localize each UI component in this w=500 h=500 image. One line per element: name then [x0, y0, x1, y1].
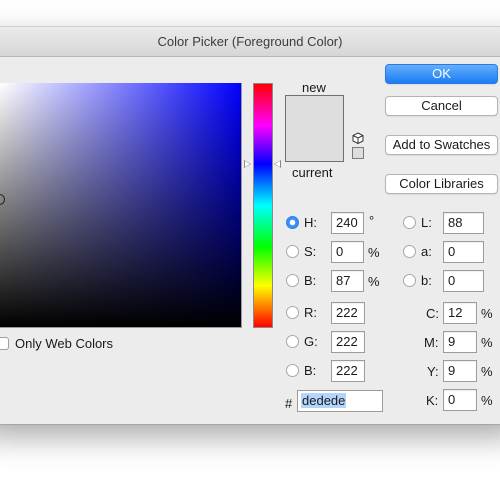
current-color-swatch[interactable] — [286, 128, 343, 161]
hex-input[interactable]: dedede — [297, 390, 383, 412]
lab-b-label: b: — [421, 273, 432, 288]
brightness-input[interactable]: 87 — [331, 270, 364, 292]
hue-radio[interactable] — [286, 216, 299, 229]
color-field-marker[interactable] — [0, 194, 5, 205]
color-libraries-button[interactable]: Color Libraries — [385, 174, 498, 194]
brightness-label: B: — [304, 273, 317, 288]
blue-label: B: — [304, 363, 317, 378]
ok-button[interactable]: OK — [385, 64, 498, 84]
hue-unit: ° — [369, 213, 375, 228]
magenta-input[interactable]: 9 — [443, 331, 477, 353]
cyan-unit: % — [481, 306, 493, 321]
hue-label: H: — [304, 215, 317, 230]
lab-a-radio[interactable] — [403, 245, 416, 258]
lab-a-input[interactable]: 0 — [443, 241, 484, 263]
saturation-unit: % — [368, 245, 380, 260]
new-label: new — [302, 80, 326, 95]
cube-icon[interactable] — [352, 132, 364, 144]
black-label: K: — [426, 393, 439, 408]
blue-input[interactable]: 222 — [331, 360, 365, 382]
new-color-swatch — [286, 96, 343, 129]
cyan-input[interactable]: 12 — [443, 302, 477, 324]
hue-input[interactable]: 240 — [331, 212, 364, 234]
cancel-button[interactable]: Cancel — [385, 96, 498, 116]
lab-l-label: L: — [421, 215, 432, 230]
lab-b-radio[interactable] — [403, 274, 416, 287]
cyan-label: C: — [426, 306, 439, 321]
color-swatch — [285, 95, 344, 162]
black-unit: % — [481, 393, 493, 408]
brightness-radio[interactable] — [286, 274, 299, 287]
only-web-colors-label: Only Web Colors — [15, 336, 114, 351]
websafe-swatch[interactable] — [352, 147, 364, 159]
lab-l-radio[interactable] — [403, 216, 416, 229]
saturation-radio[interactable] — [286, 245, 299, 258]
current-label: current — [292, 165, 333, 180]
red-radio[interactable] — [286, 306, 299, 319]
hex-label: # — [285, 396, 293, 411]
yellow-label: Y: — [427, 364, 439, 379]
yellow-input[interactable]: 9 — [443, 360, 477, 382]
blue-radio[interactable] — [286, 364, 299, 377]
magenta-label: M: — [424, 335, 439, 350]
hue-slider[interactable] — [253, 83, 273, 328]
window-title: Color Picker (Foreground Color) — [0, 27, 500, 57]
hue-slider-left-arrow-icon[interactable] — [244, 160, 251, 168]
saturation-label: S: — [304, 244, 317, 259]
red-input[interactable]: 222 — [331, 302, 365, 324]
lab-l-input[interactable]: 88 — [443, 212, 484, 234]
black-input[interactable]: 0 — [443, 389, 477, 411]
yellow-unit: % — [481, 364, 493, 379]
only-web-colors-option[interactable]: Only Web Colors — [0, 336, 113, 351]
hue-slider-right-arrow-icon[interactable] — [274, 160, 281, 168]
only-web-colors-checkbox[interactable] — [0, 337, 9, 350]
lab-a-label: a: — [421, 244, 432, 259]
green-input[interactable]: 222 — [331, 331, 365, 353]
green-radio[interactable] — [286, 335, 299, 348]
lab-b-input[interactable]: 0 — [443, 270, 484, 292]
saturation-brightness-field[interactable] — [0, 83, 242, 328]
green-label: G: — [304, 334, 318, 349]
magenta-unit: % — [481, 335, 493, 350]
hex-value: dedede — [301, 393, 347, 408]
brightness-unit: % — [368, 274, 380, 289]
red-label: R: — [304, 305, 317, 320]
saturation-input[interactable]: 0 — [331, 241, 364, 263]
add-to-swatches-button[interactable]: Add to Swatches — [385, 135, 498, 155]
